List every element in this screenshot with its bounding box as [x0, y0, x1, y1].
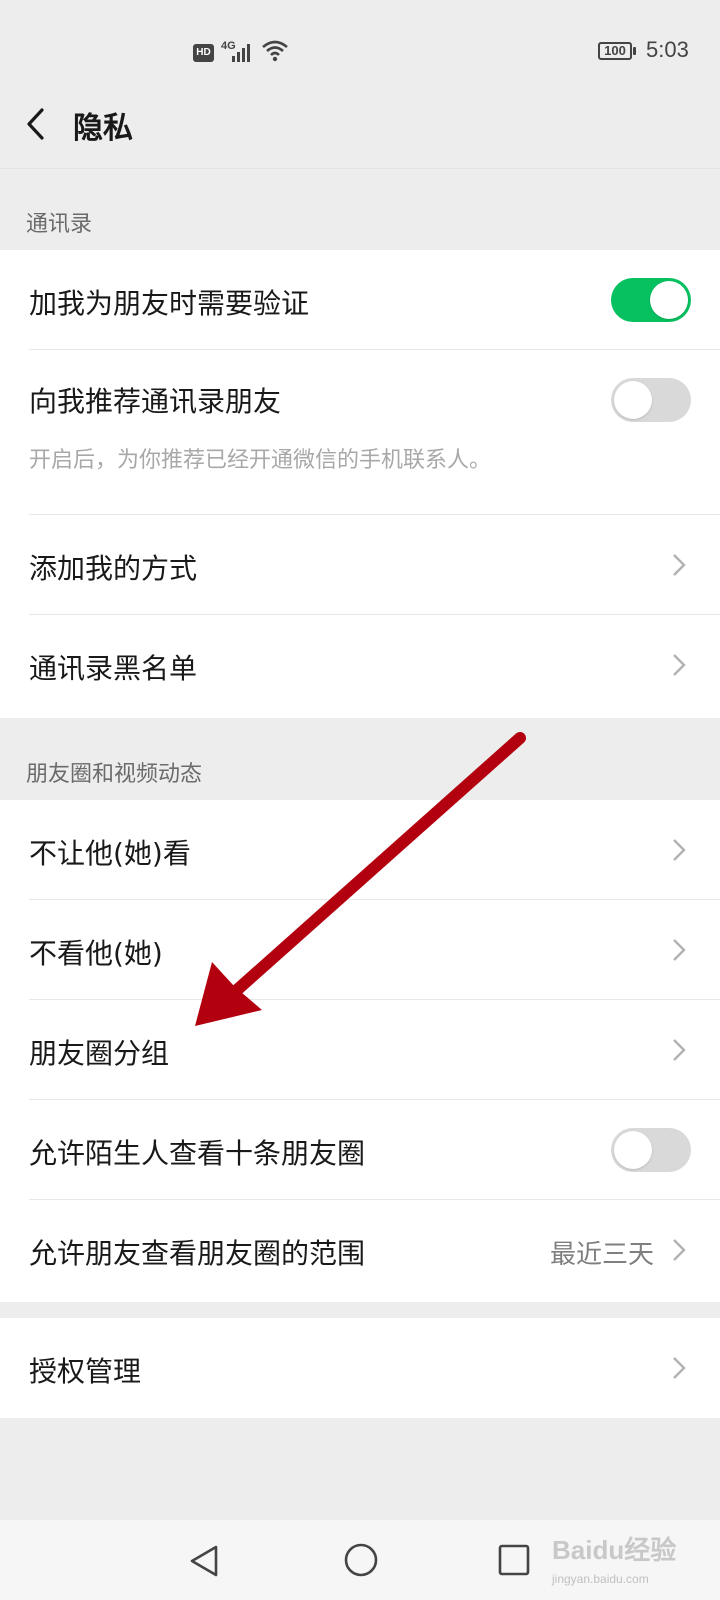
chevron-right-icon: [673, 1239, 686, 1261]
auth-group: 授权管理: [0, 1318, 720, 1418]
section-label-moments: 朋友圈和视频动态: [26, 762, 203, 787]
hd-icon: HD: [193, 44, 214, 62]
clock: 5:03: [646, 37, 689, 62]
row-hide-their-posts[interactable]: 不看他(她): [0, 900, 720, 1000]
row-add-me-methods[interactable]: 添加我的方式: [0, 515, 720, 615]
row-label: 向我推荐通讯录朋友: [29, 385, 282, 418]
watermark-text: Baidu经验: [552, 1535, 677, 1565]
row-value: 最近三天: [549, 1240, 654, 1270]
row-recommend-contacts[interactable]: 向我推荐通讯录朋友 开启后，为你推荐已经开通微信的手机联系人。: [0, 350, 720, 515]
row-moments-groups[interactable]: 朋友圈分组: [0, 1000, 720, 1100]
watermark-url: jingyan.baidu.com: [552, 1572, 649, 1586]
row-label: 添加我的方式: [29, 552, 198, 585]
row-label: 不看他(她): [29, 937, 163, 970]
row-label: 加我为朋友时需要验证: [29, 287, 310, 320]
row-authorization-management[interactable]: 授权管理: [0, 1318, 720, 1418]
row-label: 授权管理: [29, 1355, 142, 1388]
strangers-view-toggle[interactable]: [611, 1128, 691, 1172]
row-label: 不让他(她)看: [29, 837, 191, 870]
row-verify-friend[interactable]: 加我为朋友时需要验证: [0, 250, 720, 350]
battery-level: 100: [598, 42, 632, 60]
page-title: 隐私: [73, 111, 133, 146]
row-hide-my-posts[interactable]: 不让他(她)看: [0, 800, 720, 900]
row-strangers-view-ten[interactable]: 允许陌生人查看十条朋友圈: [0, 1100, 720, 1200]
row-contacts-blacklist[interactable]: 通讯录黑名单: [0, 615, 720, 715]
nav-header: 隐私: [0, 80, 720, 169]
row-label: 允许朋友查看朋友圈的范围: [29, 1237, 366, 1270]
nav-recent-icon[interactable]: [498, 1544, 530, 1576]
chevron-right-icon: [673, 839, 686, 861]
row-friends-view-range[interactable]: 允许朋友查看朋友圈的范围 最近三天: [0, 1200, 720, 1300]
row-description: 开启后，为你推荐已经开通微信的手机联系人。: [29, 448, 492, 473]
chevron-right-icon: [673, 1039, 686, 1061]
moments-group: 不让他(她)看 不看他(她) 朋友圈分组 允许陌生人查看十条朋友圈 允许朋友查看…: [0, 800, 720, 1302]
recommend-contacts-toggle[interactable]: [611, 378, 691, 422]
chevron-right-icon: [673, 654, 686, 676]
row-label: 通讯录黑名单: [29, 652, 198, 685]
battery-icon: 100: [598, 42, 636, 60]
verify-friend-toggle[interactable]: [611, 278, 691, 322]
row-label: 朋友圈分组: [29, 1037, 170, 1070]
wifi-icon: [262, 40, 288, 62]
chevron-right-icon: [673, 554, 686, 576]
watermark: Baidu经验 jingyan.baidu.com: [552, 1520, 720, 1600]
signal-icon: [232, 44, 250, 62]
row-label: 允许陌生人查看十条朋友圈: [29, 1137, 366, 1170]
contacts-group: 加我为朋友时需要验证 向我推荐通讯录朋友 开启后，为你推荐已经开通微信的手机联系…: [0, 250, 720, 718]
section-label-contacts: 通讯录: [26, 212, 93, 237]
back-icon[interactable]: [20, 104, 54, 144]
nav-back-icon[interactable]: [188, 1544, 220, 1578]
chevron-right-icon: [673, 1357, 686, 1379]
nav-home-icon[interactable]: [343, 1542, 379, 1578]
chevron-right-icon: [673, 939, 686, 961]
